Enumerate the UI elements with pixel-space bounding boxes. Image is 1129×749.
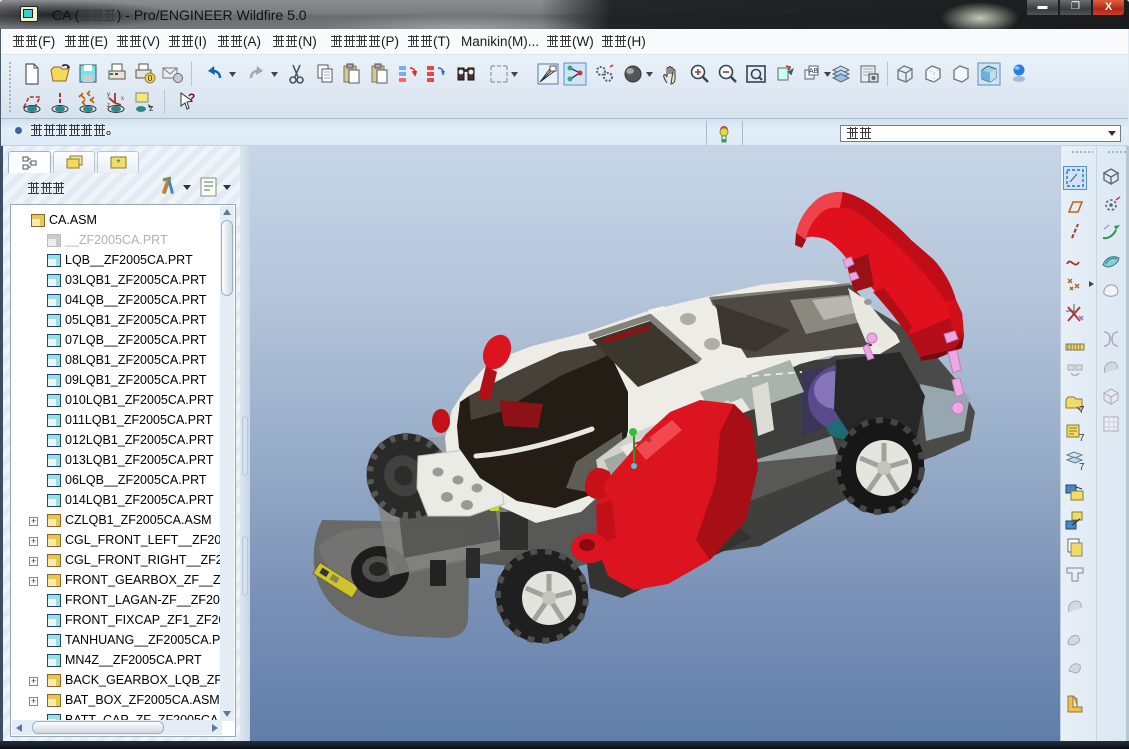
svg-text:7: 7 xyxy=(1079,433,1085,444)
svg-text:x: x xyxy=(121,96,124,102)
svg-text:0: 0 xyxy=(148,74,153,83)
svg-text:*: * xyxy=(117,158,121,169)
svg-text:?: ? xyxy=(188,91,195,105)
svg-text:7: 7 xyxy=(1079,462,1085,472)
svg-text:AB: AB xyxy=(809,68,819,75)
svg-text:z: z xyxy=(149,103,154,113)
svg-text:y: y xyxy=(107,92,110,98)
